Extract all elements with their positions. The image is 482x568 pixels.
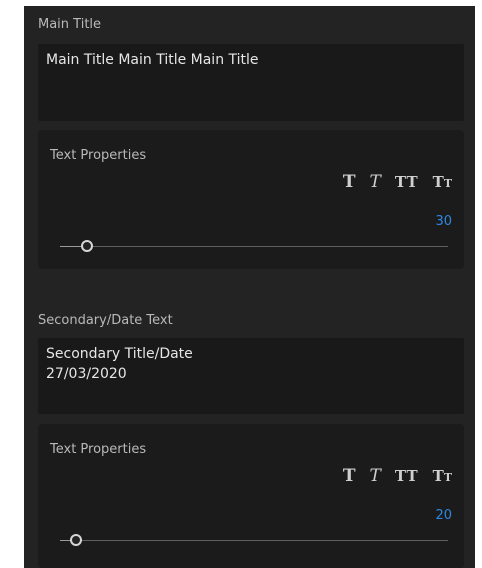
small-caps-style-button[interactable]: TT	[433, 467, 452, 485]
small-caps-style-button[interactable]: TT	[433, 173, 452, 191]
slider-thumb[interactable]	[81, 240, 94, 252]
all-caps-style-button[interactable]: TT	[395, 467, 419, 485]
main-title-label: Main Title	[38, 17, 102, 32]
italic-style-button[interactable]: T	[370, 466, 381, 486]
slider-track	[60, 540, 448, 541]
secondary-text-field[interactable]: Secondary Title/Date 27/03/2020	[38, 338, 464, 414]
secondary-properties-label: Text Properties	[50, 442, 147, 457]
slider-track	[60, 246, 448, 247]
main-title-font-size-value[interactable]: 30	[435, 214, 452, 229]
all-caps-style-button[interactable]: TT	[395, 173, 419, 191]
main-title-font-size-slider[interactable]	[60, 240, 448, 252]
main-title-text-properties: Text Properties T T TT TT 30	[38, 130, 464, 269]
secondary-text-properties: Text Properties T T TT TT 20	[38, 424, 464, 568]
main-title-style-buttons: T T TT TT	[343, 172, 452, 192]
main-title-properties-label: Text Properties	[50, 148, 147, 163]
secondary-text-label: Secondary/Date Text	[38, 313, 173, 328]
slider-thumb[interactable]	[69, 534, 82, 546]
italic-style-button[interactable]: T	[370, 172, 381, 192]
secondary-font-size-slider[interactable]	[60, 534, 448, 546]
essential-graphics-panel: Main Title Main Title Main Title Main Ti…	[24, 6, 475, 568]
secondary-font-size-value[interactable]: 20	[435, 508, 452, 523]
bold-style-button[interactable]: T	[343, 466, 356, 486]
secondary-style-buttons: T T TT TT	[343, 466, 452, 486]
bold-style-button[interactable]: T	[343, 172, 356, 192]
main-title-text-field[interactable]: Main Title Main Title Main Title	[38, 44, 464, 121]
